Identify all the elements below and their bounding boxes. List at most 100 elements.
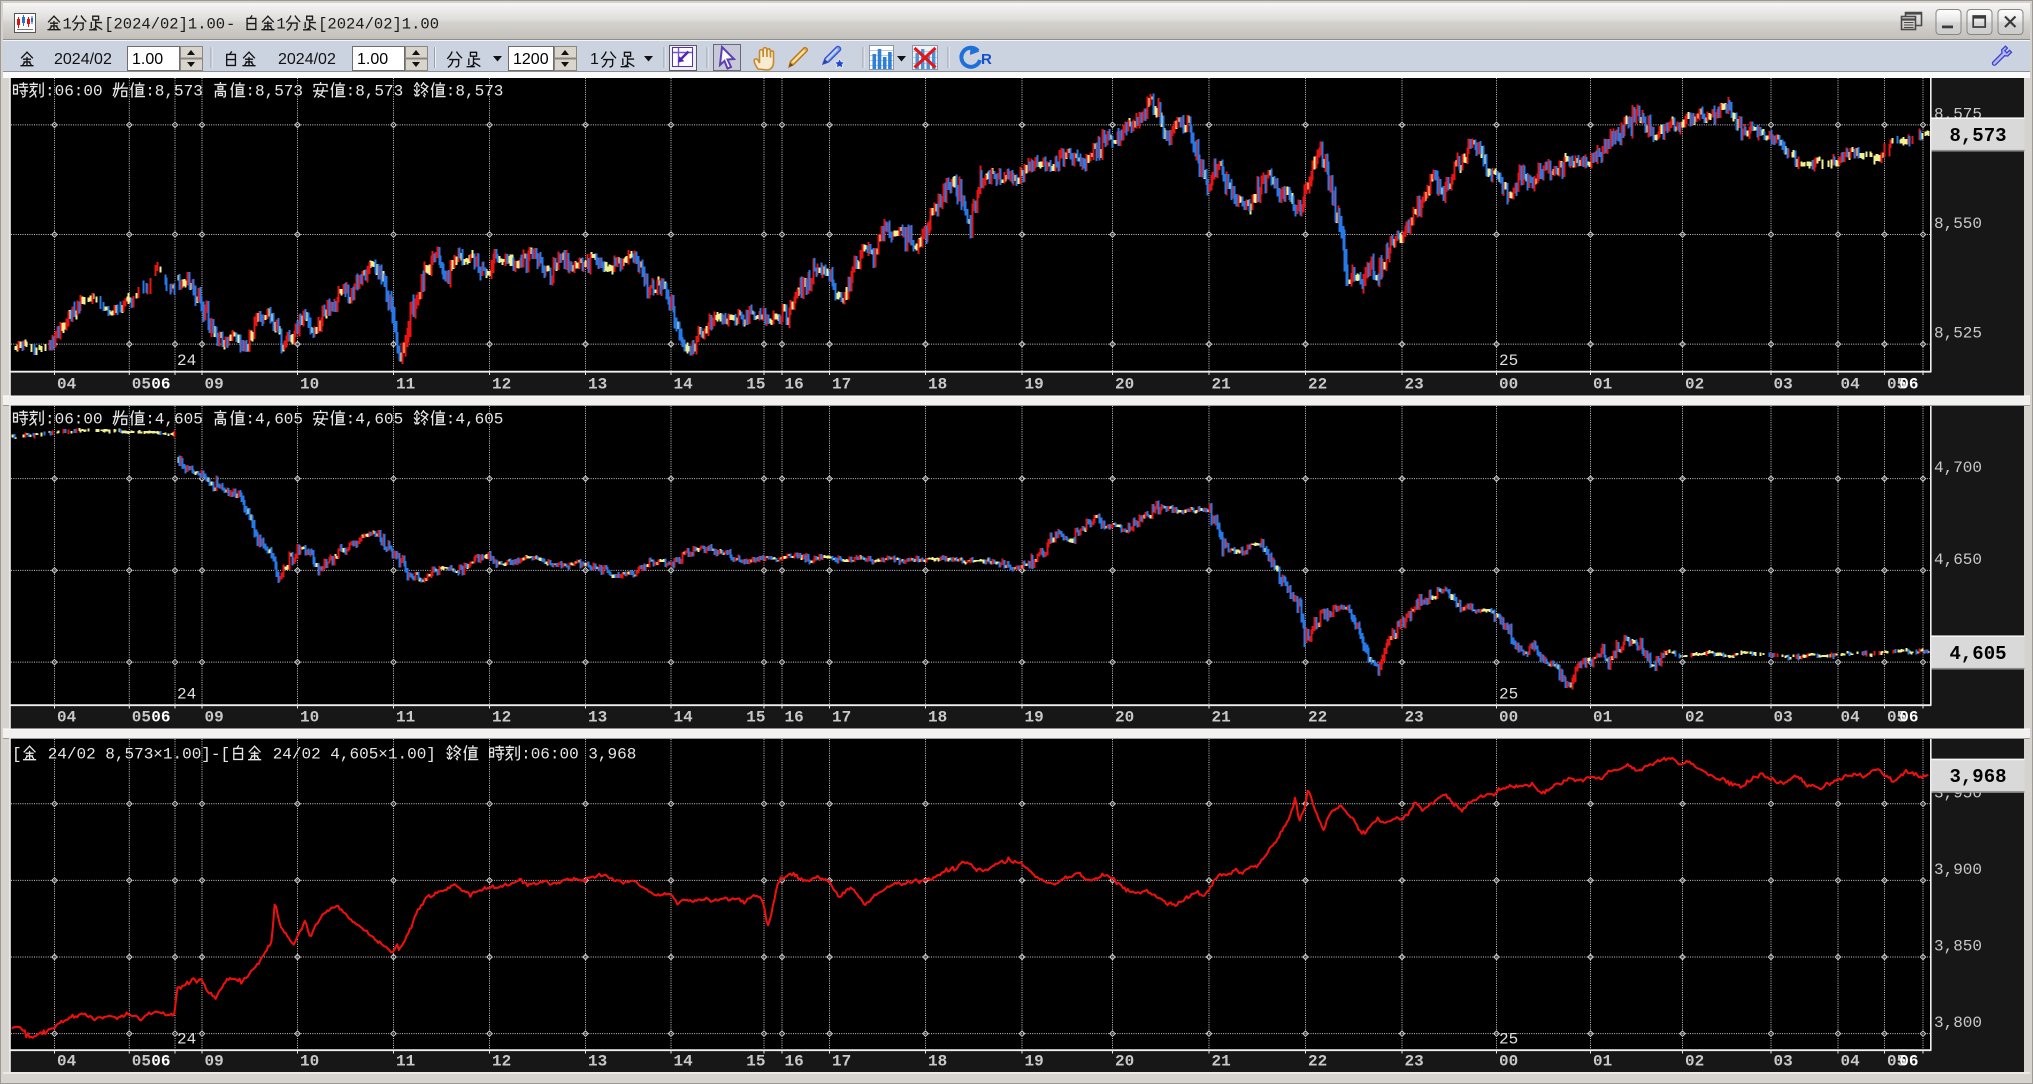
svg-text:×: ×	[378, 746, 388, 764]
svg-text:12: 12	[492, 376, 511, 394]
svg-text:06: 06	[151, 376, 170, 394]
svg-text:2024/02: 2024/02	[278, 51, 336, 68]
svg-text:24: 24	[177, 1031, 196, 1049]
svg-text:2024/02: 2024/02	[54, 51, 112, 68]
svg-text:11: 11	[396, 376, 415, 394]
svg-text:06: 06	[1899, 1053, 1918, 1071]
svg-text:4,605: 4,605	[1949, 643, 2006, 665]
svg-text:16: 16	[785, 1053, 804, 1071]
svg-text:02: 02	[1685, 376, 1704, 394]
svg-text:04: 04	[1841, 1053, 1861, 1071]
svg-text:03: 03	[1774, 376, 1793, 394]
svg-text:06: 06	[1899, 376, 1918, 394]
svg-text:4,700: 4,700	[1934, 459, 1982, 477]
svg-text:10: 10	[300, 376, 319, 394]
svg-text:15: 15	[746, 1053, 765, 1071]
svg-text::4,605: :4,605	[346, 411, 404, 429]
svg-text:19: 19	[1025, 709, 1044, 727]
svg-text:02: 02	[1685, 709, 1704, 727]
svg-text:1: 1	[63, 16, 72, 34]
svg-text::4,605: :4,605	[245, 411, 303, 429]
svg-text:13: 13	[588, 1053, 607, 1071]
svg-text:25: 25	[1499, 686, 1518, 704]
svg-text:1.00]-[: 1.00]-[	[163, 746, 230, 764]
svg-text:3,800: 3,800	[1934, 1014, 1982, 1032]
svg-text:21: 21	[1212, 709, 1231, 727]
svg-text:12: 12	[492, 1053, 511, 1071]
svg-text:16: 16	[785, 376, 804, 394]
svg-text:03: 03	[1774, 709, 1793, 727]
svg-text:04: 04	[57, 709, 77, 727]
svg-text:04: 04	[1841, 709, 1861, 727]
svg-text:4,605: 4,605	[330, 746, 378, 764]
svg-text:1: 1	[276, 16, 285, 34]
svg-text:[2024/02]1.00: [2024/02]1.00	[104, 16, 225, 34]
svg-text:24: 24	[177, 352, 196, 370]
svg-text:02: 02	[1685, 1053, 1704, 1071]
svg-text:14: 14	[674, 709, 694, 727]
svg-text:01: 01	[1593, 709, 1612, 727]
svg-text:20: 20	[1115, 709, 1134, 727]
svg-text:24/02: 24/02	[48, 746, 96, 764]
svg-text:20: 20	[1115, 376, 1134, 394]
svg-text:01: 01	[1593, 1053, 1612, 1071]
svg-text:×: ×	[153, 746, 163, 764]
svg-text:18: 18	[928, 1053, 947, 1071]
svg-text:05: 05	[132, 709, 151, 727]
svg-text:13: 13	[588, 376, 607, 394]
svg-text:22: 22	[1308, 709, 1327, 727]
svg-text:04: 04	[1841, 376, 1861, 394]
svg-text:18: 18	[928, 709, 947, 727]
svg-text:3,900: 3,900	[1934, 861, 1982, 879]
svg-text:24: 24	[177, 686, 196, 704]
svg-text:16: 16	[785, 709, 804, 727]
svg-text:10: 10	[300, 709, 319, 727]
svg-text:23: 23	[1405, 1053, 1424, 1071]
svg-text::8,573: :8,573	[346, 83, 404, 101]
svg-text:8,573: 8,573	[1949, 125, 2006, 147]
svg-text:06: 06	[1899, 709, 1918, 727]
svg-text:[: [	[12, 746, 22, 764]
svg-text:09: 09	[205, 1053, 224, 1071]
svg-text:17: 17	[832, 709, 851, 727]
svg-text:14: 14	[674, 376, 694, 394]
svg-text:1.00: 1.00	[132, 51, 163, 68]
svg-text:14: 14	[674, 1053, 694, 1071]
svg-text:[2024/02]1.00: [2024/02]1.00	[318, 16, 439, 34]
svg-text:06: 06	[151, 1053, 170, 1071]
svg-text:3,968: 3,968	[1949, 766, 2006, 788]
svg-text:20: 20	[1115, 1053, 1134, 1071]
svg-text:3,850: 3,850	[1934, 938, 1982, 956]
svg-text:-: -	[226, 16, 235, 34]
svg-text:22: 22	[1308, 1053, 1327, 1071]
svg-text:01: 01	[1593, 376, 1612, 394]
svg-text:19: 19	[1025, 1053, 1044, 1071]
svg-text:4,650: 4,650	[1934, 551, 1982, 569]
svg-text::06:00: :06:00	[45, 411, 103, 429]
svg-text:05: 05	[132, 376, 151, 394]
svg-text::8,573: :8,573	[446, 83, 504, 101]
svg-text:00: 00	[1499, 376, 1518, 394]
svg-text::8,573: :8,573	[245, 83, 303, 101]
svg-text:8,550: 8,550	[1934, 215, 1982, 233]
svg-text:10: 10	[300, 1053, 319, 1071]
svg-text::8,573: :8,573	[145, 83, 203, 101]
svg-text:04: 04	[57, 1053, 77, 1071]
svg-text:8,525: 8,525	[1934, 325, 1982, 343]
svg-text:12: 12	[492, 709, 511, 727]
svg-text:3,968: 3,968	[588, 746, 636, 764]
svg-text::4,605: :4,605	[446, 411, 504, 429]
svg-text:21: 21	[1212, 376, 1231, 394]
svg-text::06:00: :06:00	[521, 746, 579, 764]
svg-text:00: 00	[1499, 1053, 1518, 1071]
svg-text:25: 25	[1499, 352, 1518, 370]
svg-text:17: 17	[832, 1053, 851, 1071]
svg-text:R: R	[981, 51, 992, 68]
svg-text:11: 11	[396, 709, 415, 727]
svg-text:1: 1	[590, 51, 599, 68]
svg-text:25: 25	[1499, 1031, 1518, 1049]
svg-text:13: 13	[588, 709, 607, 727]
svg-text:1.00: 1.00	[357, 51, 388, 68]
svg-text:17: 17	[832, 376, 851, 394]
svg-text:04: 04	[57, 376, 77, 394]
